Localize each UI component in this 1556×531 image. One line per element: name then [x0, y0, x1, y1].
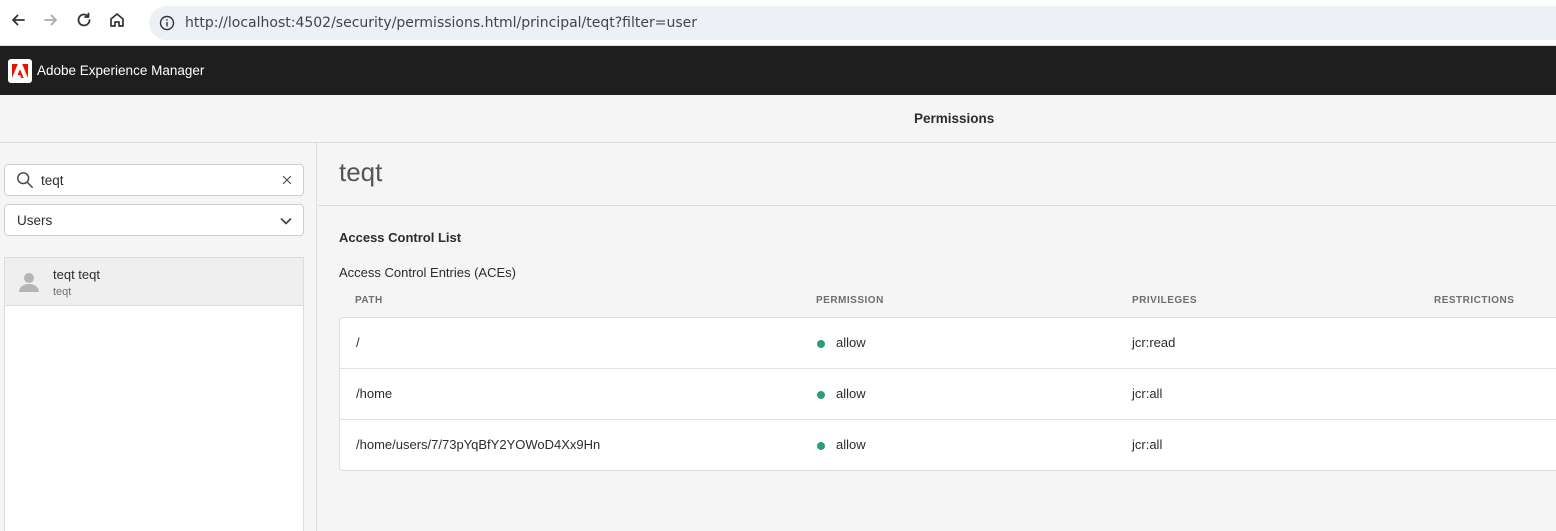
aem-shell-header: Adobe Experience Manager	[0, 46, 1556, 95]
principal-title: teqt	[339, 157, 383, 187]
ace-privileges: jcr:all	[1132, 386, 1163, 401]
reload-button[interactable]	[66, 5, 102, 41]
column-header-path[interactable]: PATH	[355, 295, 383, 306]
principal-type-select[interactable]: Users	[4, 204, 304, 236]
user-id: teqt	[53, 286, 72, 298]
acl-heading: Access Control List	[339, 230, 462, 245]
reload-icon	[75, 11, 93, 34]
ace-path: /home/users/7/73pYqBfY2YOWoD4Xx9Hn	[356, 437, 601, 452]
home-button[interactable]	[99, 5, 135, 41]
user-display-name: teqt teqt	[53, 267, 100, 282]
column-header-privileges[interactable]: PRIVILEGES	[1132, 295, 1197, 306]
ace-permission: allow	[836, 335, 866, 350]
principal-list: teqt teqt teqt	[4, 257, 304, 531]
browser-toolbar: http://localhost:4502/security/permissio…	[0, 0, 1556, 46]
url-text: http://localhost:4502/security/permissio…	[185, 15, 698, 31]
permissions-panel: teqt Access Control List Access Control …	[318, 143, 1556, 531]
forward-button[interactable]	[33, 5, 69, 41]
ace-path: /home	[356, 386, 393, 401]
user-avatar-icon	[17, 270, 41, 294]
column-header-restrictions[interactable]: RESTRICTIONS	[1434, 295, 1514, 306]
ace-permission: allow	[836, 437, 866, 452]
product-name[interactable]: Adobe Experience Manager	[37, 63, 204, 78]
back-arrow-icon	[9, 11, 27, 34]
principal-rail: Users teqt teqt teqt	[0, 143, 317, 531]
home-icon	[108, 11, 126, 34]
allow-status-icon	[817, 391, 825, 399]
ace-permission: allow	[836, 386, 866, 401]
forward-arrow-icon	[42, 11, 60, 34]
allow-status-icon	[817, 340, 825, 348]
select-value: Users	[17, 212, 53, 228]
adobe-logo-icon[interactable]	[8, 58, 32, 83]
address-bar[interactable]: http://localhost:4502/security/permissio…	[149, 6, 1556, 40]
ace-table: / allow jcr:read /home allow jcr:all /ho…	[339, 317, 1556, 471]
ace-heading: Access Control Entries (ACEs)	[339, 265, 516, 280]
allow-status-icon	[817, 442, 825, 450]
action-bar: Permissions	[0, 95, 1556, 143]
ace-privileges: jcr:all	[1132, 437, 1163, 452]
list-item[interactable]: teqt teqt teqt	[5, 258, 303, 306]
ace-privileges: jcr:read	[1132, 335, 1176, 350]
search-input[interactable]	[41, 172, 271, 188]
table-row[interactable]: /home allow jcr:all	[340, 369, 1556, 420]
table-row[interactable]: /home/users/7/73pYqBfY2YOWoD4Xx9Hn allow…	[340, 420, 1556, 471]
clear-search-icon[interactable]	[280, 173, 294, 187]
column-header-permission[interactable]: PERMISSION	[816, 295, 884, 306]
search-icon	[15, 170, 35, 190]
page-title: Permissions	[914, 111, 995, 126]
divider	[318, 205, 1556, 206]
ace-path: /	[356, 335, 360, 350]
site-info-icon[interactable]	[159, 15, 175, 31]
chevron-down-icon	[279, 214, 293, 228]
table-row[interactable]: / allow jcr:read	[340, 318, 1556, 369]
principal-search[interactable]	[4, 164, 304, 196]
back-button[interactable]	[0, 5, 36, 41]
